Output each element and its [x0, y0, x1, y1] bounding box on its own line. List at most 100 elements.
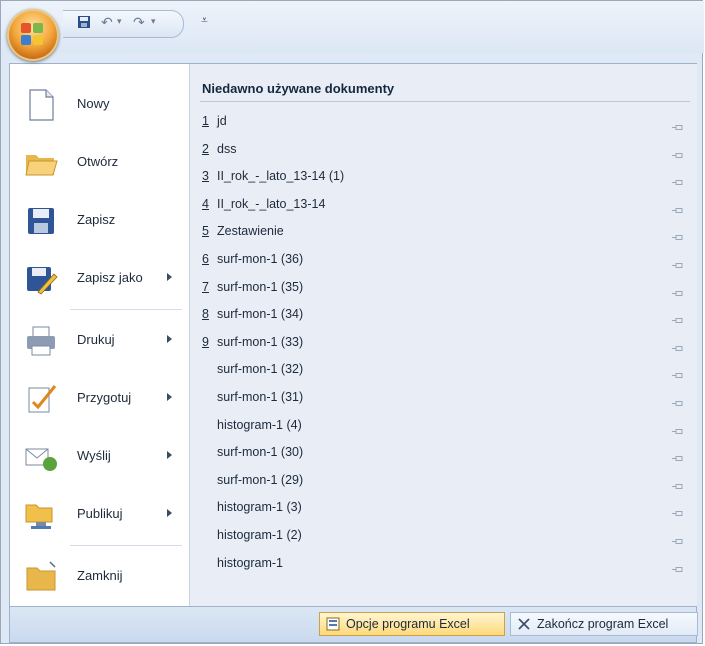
menu-item-close[interactable]: Zamknij: [10, 551, 188, 603]
pin-icon[interactable]: [672, 422, 684, 434]
recent-document-item[interactable]: surf-mon-1 (30): [200, 440, 692, 466]
pin-icon[interactable]: [672, 339, 684, 351]
pin-icon[interactable]: [672, 477, 684, 489]
recent-document-item[interactable]: surf-mon-1 (31): [200, 385, 692, 411]
submenu-arrow-icon: [167, 393, 172, 401]
recent-document-name: surf-mon-1 (29): [217, 472, 304, 487]
recent-document-name: surf-mon-1 (31): [217, 390, 304, 404]
separator: [70, 545, 182, 546]
recent-document-number: 4: [202, 196, 209, 211]
recent-document-number: 8: [202, 307, 209, 322]
quick-access-toolbar: ↶ ▾ ↷ ▾: [63, 10, 184, 38]
menu-item-open[interactable]: Otwórz: [10, 137, 188, 189]
recent-document-name: histogram-1: [217, 555, 283, 570]
customize-arrow-icon[interactable]: ⩡: [201, 13, 208, 28]
recent-document-name: surf-mon-1 (33): [217, 334, 304, 349]
pin-icon[interactable]: [672, 173, 684, 186]
recent-document-name: histogram-1 (2): [217, 528, 302, 542]
recent-document-number: 5: [202, 224, 209, 239]
recent-document-item[interactable]: 6 surf-mon-1 (36): [200, 247, 692, 273]
title-bar: ↶ ▾ ↷ ▾ ⩡: [1, 1, 704, 53]
menu-item-label: Drukuj: [77, 332, 115, 347]
recent-document-number: 3: [202, 169, 209, 184]
undo-dropdown-icon[interactable]: ▾: [117, 16, 122, 27]
application-window: ↶ ▾ ↷ ▾ ⩡ Nowy Otwórz Zapisz Zapisz jako…: [0, 0, 704, 644]
submenu-arrow-icon: [167, 509, 172, 517]
excel-options-label: Opcje programu Excel: [346, 617, 470, 631]
recent-document-number: 1: [202, 114, 209, 128]
pin-icon[interactable]: [672, 118, 684, 130]
pin-icon[interactable]: [672, 504, 684, 517]
menu-item-save-as[interactable]: Zapisz jako: [10, 253, 188, 305]
recent-document-name: surf-mon-1 (36): [217, 252, 304, 266]
pin-icon[interactable]: [672, 560, 684, 572]
new-document-icon: [24, 88, 58, 122]
recent-document-name: II_rok_-_lato_13-14 (1): [217, 169, 345, 184]
recent-document-item[interactable]: histogram-1 (2): [200, 523, 692, 549]
pin-icon[interactable]: [672, 201, 684, 213]
pin-icon[interactable]: [672, 284, 684, 296]
recent-document-number: 6: [202, 252, 209, 266]
exit-excel-label: Zakończ program Excel: [537, 617, 669, 631]
recent-document-item[interactable]: 7 surf-mon-1 (35): [200, 275, 692, 301]
recent-document-item[interactable]: 5 Zestawienie: [200, 219, 692, 245]
recent-document-name: jd: [217, 114, 227, 128]
recent-document-item[interactable]: surf-mon-1 (29): [200, 468, 692, 494]
recent-document-number: 2: [202, 141, 209, 156]
menu-item-prepare[interactable]: Przygotuj: [10, 373, 188, 425]
menu-item-label: Przygotuj: [77, 390, 132, 405]
pin-icon[interactable]: [672, 449, 684, 462]
recent-document-item[interactable]: histogram-1 (3): [200, 495, 692, 521]
office-menu: Nowy Otwórz Zapisz Zapisz jako Drukuj Pr…: [9, 63, 697, 607]
recent-document-name: surf-mon-1 (35): [217, 279, 304, 294]
recent-document-item[interactable]: surf-mon-1 (32): [200, 357, 692, 383]
command-list: Nowy Otwórz Zapisz Zapisz jako Drukuj Pr…: [10, 64, 188, 606]
menu-item-label: Publikuj: [77, 506, 123, 521]
recent-document-name: dss: [217, 141, 237, 156]
pin-icon[interactable]: [672, 228, 684, 241]
office-button[interactable]: [7, 9, 59, 61]
save-icon: [24, 204, 58, 238]
menu-item-label: Zapisz jako: [77, 270, 143, 285]
recent-document-item[interactable]: 2 dss: [200, 137, 692, 163]
menu-item-label: Zamknij: [77, 568, 123, 583]
recent-document-item[interactable]: 1 jd: [200, 109, 692, 135]
redo-icon[interactable]: ↷: [133, 14, 145, 31]
exit-excel-button[interactable]: Zakończ program Excel: [510, 612, 698, 636]
recent-document-item[interactable]: histogram-1: [200, 551, 692, 577]
recent-document-item[interactable]: histogram-1 (4): [200, 413, 692, 439]
menu-item-label: Wyślij: [77, 448, 111, 463]
send-icon: [24, 440, 58, 474]
menu-item-print[interactable]: Drukuj: [10, 315, 188, 367]
menu-item-save[interactable]: Zapisz: [10, 195, 188, 247]
printer-icon: [24, 324, 58, 358]
recent-document-name: surf-mon-1 (32): [217, 362, 304, 377]
pin-icon[interactable]: [672, 366, 684, 379]
pin-icon[interactable]: [672, 532, 684, 544]
recent-document-number: 7: [202, 279, 209, 294]
submenu-arrow-icon: [167, 273, 172, 281]
open-folder-icon: [24, 146, 58, 180]
menu-item-label: Otwórz: [77, 154, 119, 169]
pin-icon[interactable]: [672, 394, 684, 406]
recent-document-item[interactable]: 3 II_rok_-_lato_13-14 (1): [200, 164, 692, 190]
recent-document-item[interactable]: 8 surf-mon-1 (34): [200, 302, 692, 328]
publish-icon: [24, 498, 58, 532]
recent-document-item[interactable]: 4 II_rok_-_lato_13-14: [200, 192, 692, 218]
menu-item-new[interactable]: Nowy: [10, 79, 188, 131]
redo-dropdown-icon[interactable]: ▾: [151, 16, 156, 27]
pin-icon[interactable]: [672, 256, 684, 268]
pin-icon[interactable]: [672, 311, 684, 324]
menu-item-send[interactable]: Wyślij: [10, 431, 188, 483]
pin-icon[interactable]: [672, 146, 684, 158]
office-logo-icon: [21, 23, 45, 47]
menu-footer: Opcje programu Excel Zakończ program Exc…: [9, 607, 698, 643]
undo-icon[interactable]: ↶: [101, 14, 113, 31]
recent-documents-pane: Niedawno używane dokumenty 1 jd 2 dss 3 II_ro…: [189, 64, 697, 606]
menu-item-publish[interactable]: Publikuj: [10, 489, 188, 541]
floppy-disk-icon[interactable]: [77, 15, 91, 32]
excel-options-button[interactable]: Opcje programu Excel: [319, 612, 505, 636]
recent-document-item[interactable]: 9 surf-mon-1 (33): [200, 330, 692, 356]
recent-document-name: surf-mon-1 (30): [217, 445, 304, 460]
options-icon: [326, 617, 340, 631]
